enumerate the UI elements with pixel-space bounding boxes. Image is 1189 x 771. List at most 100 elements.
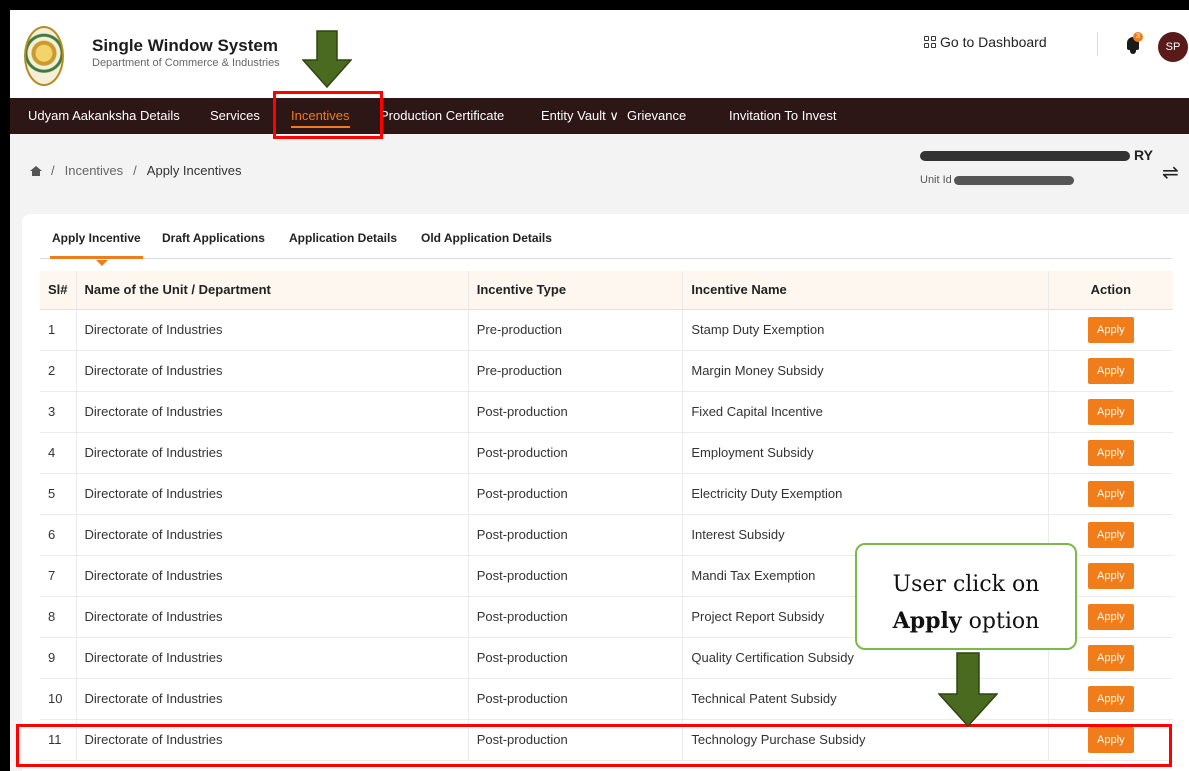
cell-sl: 1 (40, 309, 77, 351)
app-title: Single Window System (92, 36, 278, 55)
cell-unit: Directorate of Industries (76, 514, 469, 556)
instruction-callout: User click on Apply option (855, 543, 1077, 650)
arrow-down-icon (302, 30, 352, 88)
cell-unit: Directorate of Industries (76, 555, 469, 597)
main-nav: Udyam Aakanksha Details Services Incenti… (10, 98, 1189, 134)
nav-item-udyam-aakanksha[interactable]: Udyam Aakanksha Details (28, 98, 180, 134)
nav-item-entity-vault[interactable]: Entity Vault ∨ (541, 98, 619, 134)
column-header-unit: Name of the Unit / Department (76, 271, 469, 310)
cell-name: Stamp Duty Exemption (682, 309, 1049, 351)
apply-button[interactable]: Apply (1088, 357, 1134, 384)
apply-button[interactable]: Apply (1088, 398, 1134, 425)
tab-application-details[interactable]: Application Details (289, 229, 397, 257)
apply-button[interactable]: Apply (1088, 685, 1134, 712)
cell-sl: 6 (40, 514, 77, 556)
cell-action: Apply (1048, 391, 1173, 433)
cell-sl: 7 (40, 555, 77, 597)
column-header-action: Action (1048, 271, 1173, 310)
apply-button[interactable]: Apply (1088, 316, 1134, 343)
cell-sl: 4 (40, 432, 77, 474)
cell-type: Pre-production (468, 350, 684, 392)
breadcrumb: / Incentives / Apply Incentives (30, 163, 241, 178)
column-header-type: Incentive Type (468, 271, 684, 310)
unit-name-tail: RY (1134, 147, 1153, 163)
cell-type: Pre-production (468, 309, 684, 351)
breadcrumb-incentives[interactable]: Incentives (65, 163, 124, 178)
bell-icon[interactable]: 3 (1125, 32, 1143, 54)
apply-button[interactable]: Apply (1088, 603, 1134, 630)
cell-name: Employment Subsidy (682, 432, 1049, 474)
cell-sl: 2 (40, 350, 77, 392)
unit-id-redacted (953, 175, 1074, 185)
cell-unit: Directorate of Industries (76, 596, 469, 638)
go-to-dashboard-link[interactable]: Go to Dashboard (924, 34, 1047, 50)
row-11-highlight-box (16, 724, 1172, 767)
cell-unit: Directorate of Industries (76, 637, 469, 679)
callout-line-2: Apply option (857, 603, 1075, 640)
table-row: 2 Directorate of Industries Pre-producti… (40, 350, 1173, 392)
app-subtitle: Department of Commerce & Industries (92, 57, 280, 69)
apply-button[interactable]: Apply (1088, 439, 1134, 466)
cell-type: Post-production (468, 596, 684, 638)
notification-badge: 3 (1133, 32, 1143, 42)
cell-action: Apply (1048, 309, 1173, 351)
cell-sl: 5 (40, 473, 77, 515)
home-icon[interactable] (30, 165, 42, 176)
callout-line-1: User click on (892, 572, 1040, 597)
column-header-name: Incentive Name (682, 271, 1049, 310)
apply-button[interactable]: Apply (1088, 644, 1134, 671)
cell-sl: 9 (40, 637, 77, 679)
callout-line-2-rest: option (961, 609, 1040, 634)
cell-type: Post-production (468, 678, 684, 720)
nav-item-grievance[interactable]: Grievance (627, 98, 686, 134)
tab-draft-applications[interactable]: Draft Applications (162, 229, 265, 257)
table-header-row: Sl# Name of the Unit / Department Incent… (40, 271, 1173, 310)
chevron-down-icon: ∨ (609, 108, 619, 123)
cell-unit: Directorate of Industries (76, 391, 469, 433)
cell-type: Post-production (468, 473, 684, 515)
go-to-dashboard-label: Go to Dashboard (940, 34, 1047, 50)
cell-name: Electricity Duty Exemption (682, 473, 1049, 515)
nav-item-invitation-to-invest[interactable]: Invitation To Invest (729, 98, 836, 134)
cell-name: Margin Money Subsidy (682, 350, 1049, 392)
header-divider (1097, 32, 1098, 56)
app-header: Single Window System Department of Comme… (10, 10, 1189, 98)
breadcrumb-separator: / (133, 163, 137, 178)
incentives-highlight-box (273, 91, 383, 139)
unit-id: Unit Id (920, 174, 1074, 186)
cell-sl: 10 (40, 678, 77, 720)
table-row: 5 Directorate of Industries Post-product… (40, 473, 1173, 515)
cell-action: Apply (1048, 678, 1173, 720)
table-row: 4 Directorate of Industries Post-product… (40, 432, 1173, 474)
cell-sl: 3 (40, 391, 77, 433)
unit-id-label: Unit Id (920, 174, 952, 186)
apply-button[interactable]: Apply (1088, 562, 1134, 589)
cell-type: Post-production (468, 432, 684, 474)
cell-unit: Directorate of Industries (76, 432, 469, 474)
cell-unit: Directorate of Industries (76, 678, 469, 720)
cell-action: Apply (1048, 432, 1173, 474)
nav-item-services[interactable]: Services (210, 98, 260, 134)
avatar[interactable]: SP (1158, 32, 1188, 62)
swap-arrows-icon[interactable]: ⇌ (1162, 160, 1179, 185)
breadcrumb-apply-incentives: Apply Incentives (146, 163, 242, 178)
grid-icon (924, 36, 936, 48)
table-row: 10 Directorate of Industries Post-produc… (40, 678, 1173, 720)
screenshot-frame-top (0, 0, 1189, 10)
cell-type: Post-production (468, 555, 684, 597)
apply-button[interactable]: Apply (1088, 480, 1134, 507)
cell-sl: 8 (40, 596, 77, 638)
cell-action: Apply (1048, 473, 1173, 515)
apply-button[interactable]: Apply (1088, 521, 1134, 548)
nav-item-production-certificate[interactable]: Production Certificate (380, 98, 504, 134)
tab-old-application-details[interactable]: Old Application Details (421, 229, 552, 257)
cell-unit: Directorate of Industries (76, 350, 469, 392)
cell-name: Fixed Capital Incentive (682, 391, 1049, 433)
cell-type: Post-production (468, 391, 684, 433)
tab-apply-incentive[interactable]: Apply Incentive (50, 229, 143, 266)
cell-unit: Directorate of Industries (76, 473, 469, 515)
breadcrumb-separator: / (51, 163, 55, 178)
nav-item-entity-vault-label: Entity Vault (541, 108, 606, 123)
incentives-table: Sl# Name of the Unit / Department Incent… (40, 271, 1173, 761)
column-header-sl: Sl# (40, 271, 77, 310)
